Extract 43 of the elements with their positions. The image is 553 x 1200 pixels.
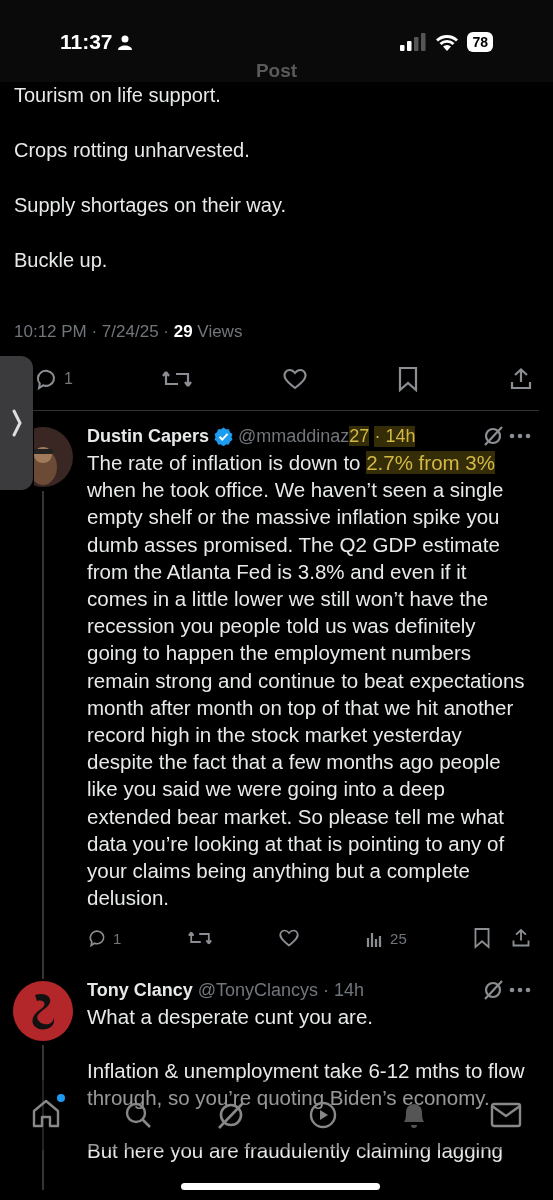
- author-handle[interactable]: @mmaddinaz27: [238, 425, 370, 447]
- views-label: Views: [196, 322, 243, 341]
- post-timestamp: 10:12 PM · 7/24/25 ·: [14, 322, 170, 341]
- header-title: Post: [255, 60, 298, 82]
- reply-icon[interactable]: [34, 367, 58, 391]
- mail-icon[interactable]: [490, 1102, 523, 1128]
- reply-text: What a desperate cunt you are.: [87, 1004, 375, 1031]
- side-panel-tab[interactable]: [0, 356, 33, 490]
- post-time: · 14h: [374, 425, 416, 447]
- author-handle[interactable]: @TonyClancys: [197, 979, 319, 1001]
- share-icon[interactable]: [510, 928, 531, 949]
- signal-icon: [400, 33, 428, 51]
- more-icon[interactable]: [509, 987, 531, 994]
- author-name[interactable]: Tony Clancy: [87, 979, 193, 1001]
- reply-text: The rate of inflation is down to 2.7% from 3% when he took office. We haven’t seen a single empty shelf or the massive inflation spike you dumb asses promised. The Q2 GDP estimate from the Atlanta Fed is 3.8% and even if it comes in a little lower we still won’t have the recession you people told us was definitely going to happen the employment numbers remain strong and continue to beat expectations month after month on top of that we hit another record high in the stock market yesterday despite the fact that a few months ago people like you said we were going into a deep extended bear market. So please tell me what data you’re looking at that is pointing to any of your claims being anything but a complete delusion.: [87, 450, 526, 912]
- clock-time: 11:37: [60, 30, 113, 54]
- grok-icon[interactable]: [482, 979, 504, 1002]
- wifi-icon: [435, 33, 460, 51]
- post-text: Tourism on life support.: [14, 83, 222, 108]
- reply-icon[interactable]: [87, 928, 107, 949]
- grok-icon[interactable]: [482, 425, 504, 447]
- heart-icon[interactable]: [277, 928, 300, 949]
- more-icon[interactable]: [509, 433, 531, 439]
- bookmark-icon[interactable]: [472, 927, 491, 950]
- reply-text: Inflation & unemployment take 6-12 mths to flow through, so you’re quoting Biden’s economy.: [87, 1057, 526, 1111]
- reply-count: 1: [64, 370, 73, 388]
- reply-text: But here you are fraudulently claiming lagging: [87, 1138, 504, 1165]
- reply-count: 1: [113, 929, 122, 947]
- post-time: · 14h: [323, 979, 365, 1001]
- person-icon: [116, 34, 133, 50]
- view-count: 25: [390, 929, 407, 947]
- post-text: Buckle up.: [14, 248, 109, 273]
- post-text: Crops rotting unharvested.: [14, 138, 251, 163]
- chevron-right-icon: [10, 408, 23, 438]
- view-count: 29: [173, 322, 193, 341]
- author-name[interactable]: Dustin Capers: [87, 425, 210, 447]
- home-icon[interactable]: [30, 1098, 61, 1128]
- bookmark-icon[interactable]: [397, 366, 420, 392]
- share-icon[interactable]: [508, 367, 533, 391]
- avatar[interactable]: [13, 981, 73, 1042]
- post-text: Supply shortages on their way.: [14, 193, 287, 218]
- heart-icon[interactable]: [281, 367, 308, 391]
- battery-indicator: 78: [467, 32, 493, 52]
